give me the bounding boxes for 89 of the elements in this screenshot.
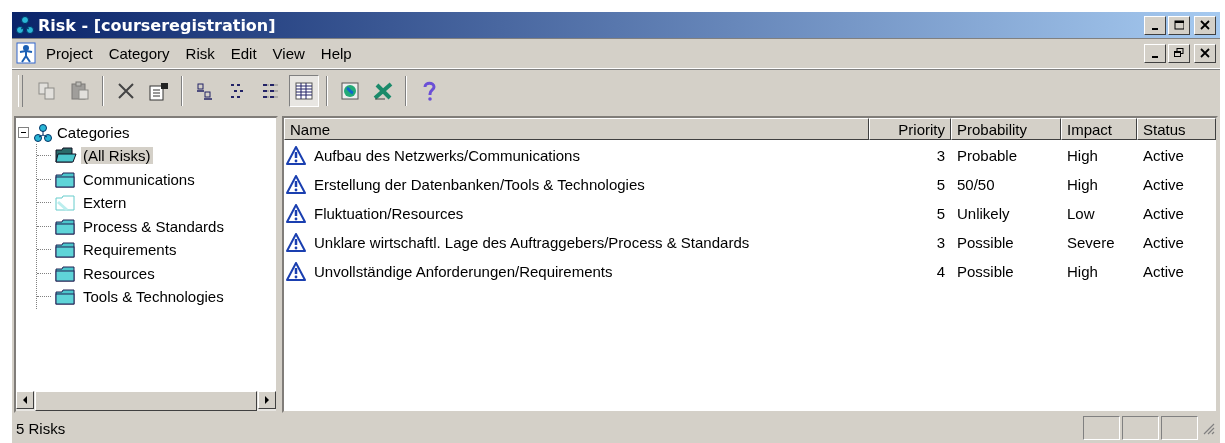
- tree-item[interactable]: Categories: [55, 124, 132, 141]
- globe-document-icon: [340, 81, 360, 101]
- tree-item[interactable]: Resources: [81, 264, 157, 282]
- scroll-right-button[interactable]: [258, 391, 276, 409]
- folder-icon: [55, 194, 77, 212]
- warning-icon: [286, 146, 306, 165]
- table-cell-text: High: [1066, 146, 1099, 166]
- menu-item[interactable]: Help: [314, 42, 358, 64]
- list-view-icon: [261, 81, 281, 101]
- minimize-button[interactable]: [1144, 43, 1166, 63]
- copy-icon: [37, 81, 57, 101]
- table-cell-text: Unlikely: [956, 204, 1011, 224]
- folder-icon: [55, 264, 77, 282]
- table-cell-text: Possible: [956, 233, 1015, 253]
- column-header[interactable]: Status: [1137, 118, 1216, 140]
- maximize-icon: [1174, 20, 1184, 30]
- menu-item[interactable]: Project: [40, 42, 99, 64]
- delete-icon: [116, 81, 136, 101]
- table-cell-text: Active: [1142, 204, 1185, 224]
- open-folder-icon: [55, 147, 77, 165]
- close-icon: [1200, 48, 1210, 58]
- table-cell-text: High: [1066, 262, 1099, 282]
- paste-icon: [70, 81, 90, 101]
- table-cell-text: 5: [935, 204, 946, 224]
- properties-icon: [149, 81, 169, 101]
- document-figure-icon[interactable]: [16, 42, 36, 64]
- minimize-icon: [1152, 27, 1158, 30]
- table-cell-text: 50/50: [956, 175, 996, 195]
- column-header[interactable]: Impact: [1061, 118, 1137, 140]
- left-arrow-icon: [22, 396, 28, 404]
- table-cell-text: High: [1066, 175, 1099, 195]
- right-arrow-icon: [264, 396, 270, 404]
- risk-name[interactable]: Fluktuation/Resources: [308, 205, 470, 222]
- close-button[interactable]: [1194, 15, 1216, 35]
- tree-item[interactable]: Requirements: [81, 241, 179, 259]
- menu-item[interactable]: Category: [102, 42, 176, 64]
- column-header[interactable]: Probability: [951, 118, 1061, 140]
- table-cell-text: Severe: [1066, 233, 1116, 253]
- restore-icon: [1174, 48, 1184, 58]
- cluster-icon: [34, 123, 52, 142]
- scroll-left-button[interactable]: [16, 391, 34, 409]
- table-cell-text: 5: [935, 175, 946, 195]
- details-view-icon: [294, 81, 314, 101]
- status-text: 5 Risks: [16, 419, 67, 437]
- table-cell-text: 3: [935, 146, 946, 166]
- menu-item[interactable]: View: [266, 42, 311, 64]
- table-cell-text: Active: [1142, 146, 1185, 166]
- menu-item[interactable]: Risk: [179, 42, 221, 64]
- warning-icon: [286, 233, 306, 252]
- table-cell-text: Possible: [956, 262, 1015, 282]
- maximize-button[interactable]: [1168, 15, 1190, 35]
- folder-icon: [55, 288, 77, 306]
- status-pane: [1122, 416, 1159, 440]
- tree-item[interactable]: Process & Standards: [81, 217, 226, 235]
- risk-name[interactable]: Aufbau des Netzwerks/Communications: [308, 147, 586, 164]
- table-cell-text: Active: [1142, 233, 1185, 253]
- tree-item[interactable]: (All Risks): [81, 147, 153, 165]
- restore-button[interactable]: [1168, 43, 1190, 63]
- warning-icon: [286, 262, 306, 281]
- close-icon: [1200, 20, 1210, 30]
- folder-icon: [55, 170, 77, 188]
- tree-item[interactable]: Extern: [81, 194, 129, 212]
- window-title: Risk - [courseregistration]: [38, 15, 277, 35]
- column-header[interactable]: Name: [284, 118, 869, 140]
- status-pane: [1083, 416, 1120, 440]
- close-button[interactable]: [1194, 43, 1216, 63]
- folder-icon: [55, 241, 77, 259]
- status-pane: [1161, 416, 1198, 440]
- table-cell-text: Active: [1142, 175, 1185, 195]
- tree-item[interactable]: Tools & Technologies: [81, 288, 226, 306]
- risk-name[interactable]: Unklare wirtschaftl. Lage des Auftraggebers/Process & Standards: [308, 234, 756, 251]
- column-header[interactable]: Priority: [869, 118, 951, 140]
- tree-item[interactable]: Communications: [81, 170, 197, 188]
- cluster-icon: [16, 16, 34, 34]
- large-icons-icon: [195, 81, 215, 101]
- minimize-icon: [1152, 55, 1158, 58]
- table-cell-text: Active: [1142, 262, 1185, 282]
- minimize-button[interactable]: [1144, 15, 1166, 35]
- toolbar-button[interactable]: [289, 75, 319, 107]
- warning-icon: [286, 175, 306, 194]
- warning-icon: [286, 204, 306, 223]
- table-cell-text: Probable: [956, 146, 1019, 166]
- table-cell-text: Low: [1066, 204, 1096, 224]
- folder-icon: [55, 217, 77, 235]
- menu-item[interactable]: Edit: [224, 42, 263, 64]
- risk-name[interactable]: Erstellung der Datenbanken/Tools & Technologies: [308, 176, 651, 193]
- table-cell-text: 3: [935, 233, 946, 253]
- risk-name[interactable]: Unvollständige Anforderungen/Requirements: [308, 263, 619, 280]
- table-cell-text: 4: [935, 262, 946, 282]
